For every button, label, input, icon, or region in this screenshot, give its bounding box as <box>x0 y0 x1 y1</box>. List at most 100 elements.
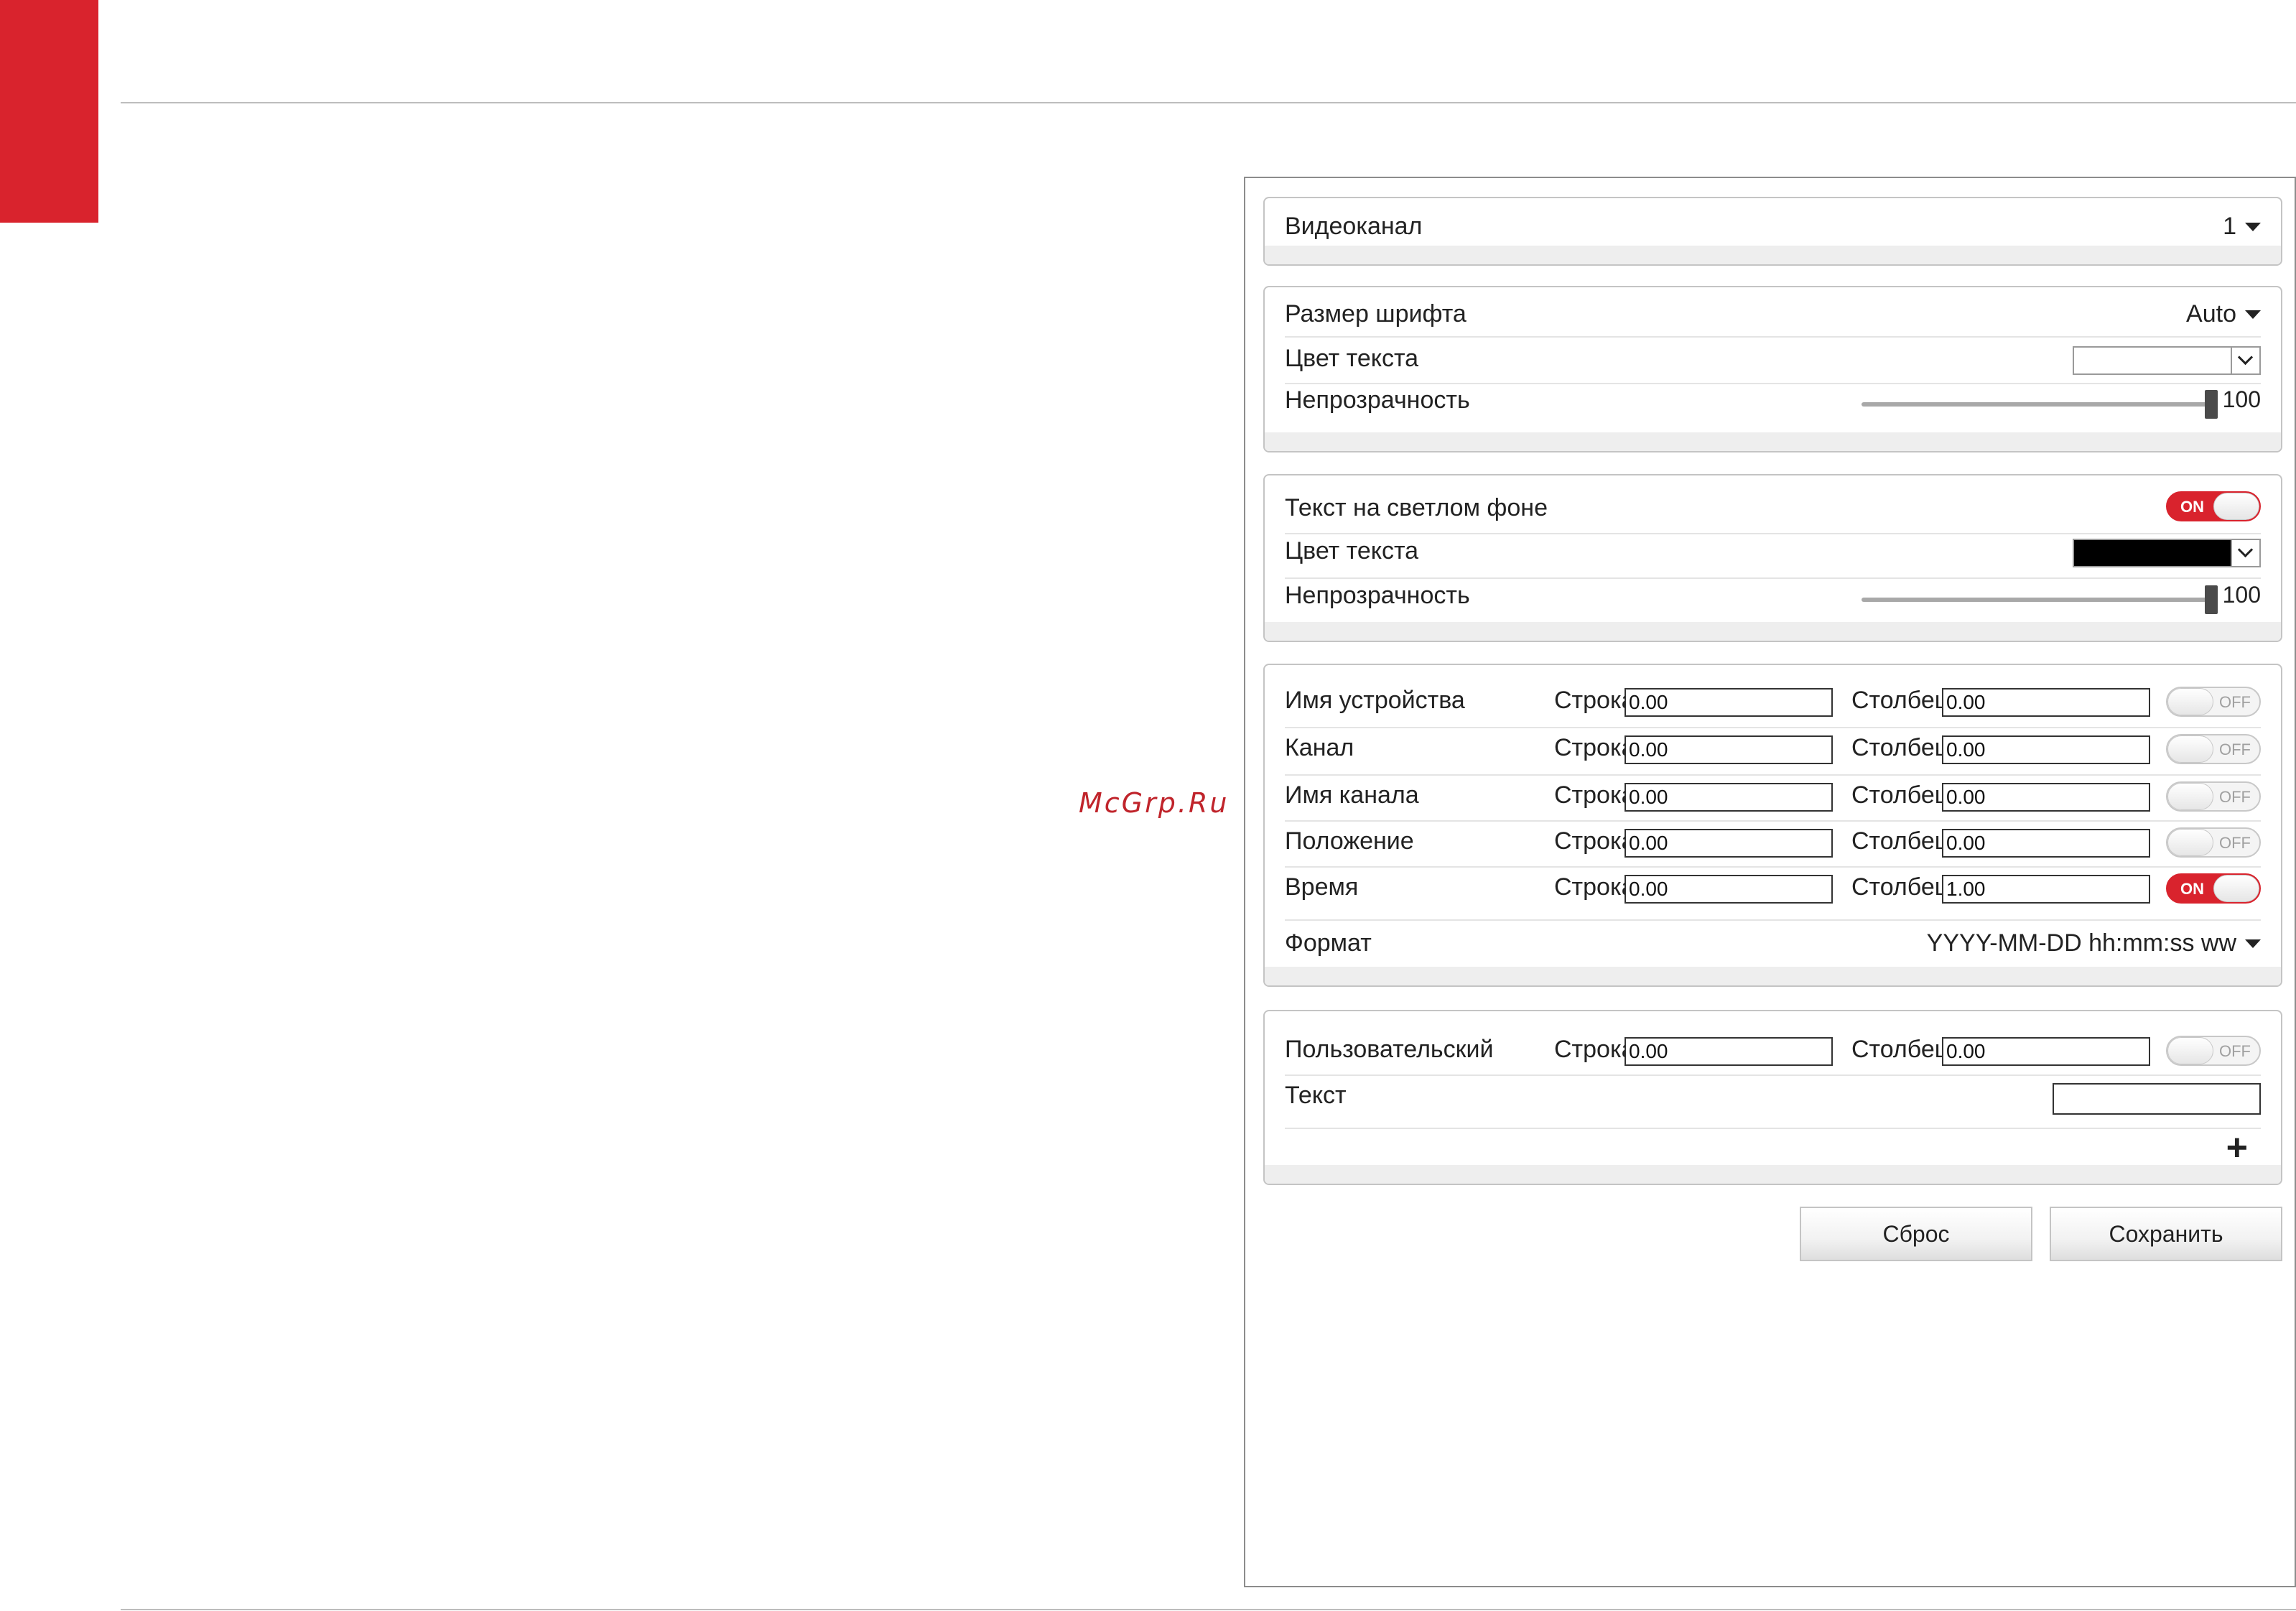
custom-row: Пользовательский Строка 0.00 Столбец 0.0… <box>1285 1036 2261 1067</box>
row-input[interactable]: 0.00 <box>1625 1037 1833 1066</box>
panel-footer <box>1265 622 2281 641</box>
row-divider <box>1285 577 2261 579</box>
reset-button[interactable]: Сброс <box>1800 1207 2032 1261</box>
overlay-toggle[interactable]: OFF <box>2166 781 2261 812</box>
col-label: Столбец <box>1851 1036 1949 1063</box>
light-bg-label: Текст на светлом фоне <box>1285 494 1548 521</box>
row-input[interactable]: 0.00 <box>1625 875 1833 904</box>
row-divider <box>1285 1074 2261 1076</box>
panel-footer <box>1265 432 2281 451</box>
custom-label: Пользовательский <box>1285 1036 1494 1063</box>
format-dropdown[interactable]: YYYY-MM-DD hh:mm:ss ww <box>1927 929 2261 957</box>
brand-red-block <box>0 0 98 223</box>
row-input[interactable]: 0.00 <box>1625 783 1833 812</box>
opacity-slider[interactable] <box>1862 390 2218 419</box>
video-channel-row: Видеоканал 1 <box>1285 213 2261 243</box>
custom-text-label: Текст <box>1285 1082 1347 1109</box>
row-label: Строка <box>1554 873 1635 901</box>
toggle-state: OFF <box>2219 1042 2251 1060</box>
panel-footer <box>1265 967 2281 985</box>
toggle-state: ON <box>2180 498 2204 516</box>
col-input[interactable]: 0.00 <box>1942 735 2150 764</box>
font-size-label: Размер шрифта <box>1285 300 1467 328</box>
light-bg-opacity-label: Непрозрачность <box>1285 582 1470 609</box>
light-bg-opacity-slider-thumb[interactable] <box>2205 585 2218 614</box>
row-divider <box>1285 820 2261 822</box>
col-input[interactable]: 1.00 <box>1942 875 2150 904</box>
row-label: Строка <box>1554 827 1635 855</box>
row-label: Строка <box>1554 781 1635 809</box>
custom-toggle[interactable]: OFF <box>2166 1036 2261 1066</box>
save-button[interactable]: Сохранить <box>2050 1207 2282 1261</box>
row-divider <box>1285 774 2261 776</box>
custom-text-row: Текст <box>1285 1082 2261 1116</box>
overlay-item-label: Канал <box>1285 734 1354 761</box>
toggle-state: OFF <box>2219 693 2251 711</box>
col-label: Столбец <box>1851 781 1949 809</box>
col-input[interactable]: 0.00 <box>1942 1037 2150 1066</box>
video-channel-dropdown[interactable]: 1 <box>2223 213 2261 241</box>
toggle-knob <box>2213 493 2259 520</box>
row-label: Строка <box>1554 1036 1635 1063</box>
col-label: Столбец <box>1851 734 1949 761</box>
row-divider <box>1285 727 2261 728</box>
light-bg-opacity-row: Непрозрачность 100 <box>1285 582 2261 615</box>
light-bg-opacity-slider[interactable] <box>1862 585 2218 614</box>
toggle-state: OFF <box>2219 788 2251 806</box>
overlay-item-label: Время <box>1285 873 1359 901</box>
col-input[interactable]: 0.00 <box>1942 688 2150 717</box>
light-bg-toggle[interactable]: ON <box>2166 491 2261 521</box>
text-color-select[interactable] <box>2073 346 2261 375</box>
format-label: Формат <box>1285 929 1372 957</box>
toggle-knob <box>2167 688 2213 715</box>
font-size-dropdown[interactable]: Auto <box>2186 300 2261 328</box>
custom-text-input[interactable] <box>2053 1083 2261 1115</box>
font-size-row: Размер шрифта Auto <box>1285 300 2261 330</box>
light-bg-opacity-value: 100 <box>2222 582 2261 608</box>
bottom-divider <box>121 1609 2296 1610</box>
opacity-value: 100 <box>2222 386 2261 412</box>
add-row: + <box>1285 1129 2261 1168</box>
font-size-value: Auto <box>2186 300 2236 328</box>
format-value: YYYY-MM-DD hh:mm:ss ww <box>1926 929 2236 957</box>
row-input[interactable]: 0.00 <box>1625 688 1833 717</box>
video-channel-value: 1 <box>2223 213 2236 240</box>
custom-panel: Пользовательский Строка 0.00 Столбец 0.0… <box>1263 1010 2282 1185</box>
row-input[interactable]: 0.00 <box>1625 735 1833 764</box>
caret-down-icon <box>2245 222 2261 231</box>
overlay-row-channel: Канал Строка 0.00 Столбец 0.00 OFF <box>1285 734 2261 766</box>
plus-icon[interactable]: + <box>2226 1129 2248 1166</box>
overlay-toggle[interactable]: OFF <box>2166 827 2261 858</box>
overlay-toggle[interactable]: OFF <box>2166 734 2261 764</box>
caret-down-icon <box>2245 310 2261 319</box>
light-bg-color-row: Цвет текста <box>1285 537 2261 570</box>
toggle-state: OFF <box>2219 834 2251 852</box>
overlay-toggle[interactable]: OFF <box>2166 687 2261 717</box>
row-label: Строка <box>1554 734 1635 761</box>
panel-footer <box>1265 1165 2281 1184</box>
text-color-label: Цвет текста <box>1285 345 1419 372</box>
overlay-panel: Имя устройства Строка 0.00 Столбец 0.00 … <box>1263 664 2282 987</box>
light-bg-color-label: Цвет текста <box>1285 537 1419 565</box>
toggle-knob <box>2213 875 2259 902</box>
light-bg-row: Текст на светлом фоне ON <box>1285 491 2261 524</box>
row-divider <box>1285 919 2261 921</box>
opacity-slider-thumb[interactable] <box>2205 390 2218 419</box>
row-divider <box>1285 336 2261 338</box>
col-input[interactable]: 0.00 <box>1942 783 2150 812</box>
col-input[interactable]: 0.00 <box>1942 829 2150 858</box>
overlay-toggle[interactable]: ON <box>2166 873 2261 904</box>
chevron-down-icon[interactable] <box>2231 348 2259 373</box>
font-settings-panel: Размер шрифта Auto Цвет текста Непрозрач… <box>1263 286 2282 452</box>
opacity-row: Непрозрачность 100 <box>1285 386 2261 419</box>
text-color-row: Цвет текста <box>1285 345 2261 378</box>
light-bg-color-select[interactable] <box>2073 539 2261 567</box>
video-channel-label: Видеоканал <box>1285 213 1423 240</box>
opacity-label: Непрозрачность <box>1285 386 1470 414</box>
chevron-down-icon[interactable] <box>2231 540 2259 566</box>
video-channel-panel: Видеоканал 1 <box>1263 197 2282 266</box>
overlay-row-channel-name: Имя канала Строка 0.00 Столбец 0.00 OFF <box>1285 781 2261 813</box>
row-input[interactable]: 0.00 <box>1625 829 1833 858</box>
overlay-row-time: Время Строка 0.00 Столбец 1.00 ON <box>1285 873 2261 905</box>
panel-footer <box>1265 246 2281 264</box>
